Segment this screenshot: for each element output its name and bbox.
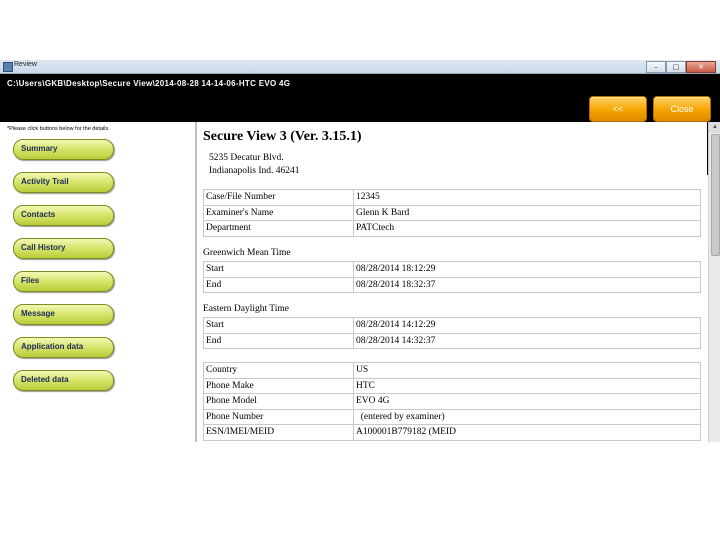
files-button-label: Files (21, 276, 40, 285)
table-row: Phone Number (entered by examiner) (203, 408, 701, 425)
edt-table: Start 08/28/2014 14:12:29 End 08/28/2014 1… (203, 317, 701, 349)
close-button[interactable]: Close (653, 96, 711, 122)
gmt-table: Start 08/28/2014 18:12:29 End 08/28/2014 1… (203, 261, 701, 293)
table-key: ESN/IMEI/MEID (203, 424, 354, 441)
table-row: Department PATCtech (203, 220, 701, 237)
back-button[interactable]: << (589, 96, 647, 122)
table-value: (entered by examiner) (353, 408, 701, 425)
sidebar: *Please click buttons below for the deta… (0, 122, 195, 442)
table-value: Glenn K Bard (353, 204, 701, 221)
deleted-data-button[interactable]: Deleted data (13, 370, 114, 391)
report-path: C:\Users\GKB\Desktop\Secure View\2014-08… (7, 79, 291, 88)
table-row: ESN/IMEI/MEID A100001B779182 (MEID (203, 424, 701, 441)
window-controls: – □ ✕ (646, 61, 716, 73)
table-value: 08/28/2014 14:12:29 (353, 317, 701, 334)
table-value: HTC (353, 377, 701, 394)
table-value: PATCtech (353, 220, 701, 237)
table-row: Phone Model EVO 4G (203, 393, 701, 410)
phone-info-table: Country US Phone Make HTC Phone Model EVO 4… (203, 362, 701, 441)
files-button[interactable]: Files (13, 271, 114, 292)
table-row: Phone Make HTC (203, 377, 701, 394)
scroll-up-icon[interactable]: ▲ (709, 122, 720, 133)
table-row: Case/File Number 12345 (203, 189, 701, 206)
contacts-button-label: Contacts (21, 210, 56, 219)
table-key: Start (203, 317, 354, 334)
table-value: 08/28/2014 18:12:29 (353, 261, 701, 278)
table-key: End (203, 276, 354, 293)
summary-button[interactable]: Summary (13, 139, 114, 160)
summary-button-label: Summary (21, 144, 58, 153)
table-key: Start (203, 261, 354, 278)
table-row: Start 08/28/2014 14:12:29 (203, 317, 701, 334)
message-button[interactable]: Message (13, 304, 114, 325)
report-title: Secure View 3 (Ver. 3.15.1) (203, 129, 362, 144)
app-icon (3, 62, 13, 72)
application-data-button[interactable]: Application data (13, 337, 114, 358)
scroll-thumb[interactable] (711, 134, 720, 256)
sidebar-hint: *Please click buttons below for the deta… (7, 126, 110, 132)
table-value: 08/28/2014 14:32:37 (353, 332, 701, 349)
vertical-scrollbar[interactable]: ▲ (708, 122, 720, 442)
address-line-2: Indianapolis Ind. 46241 (209, 166, 300, 176)
table-key: End (203, 332, 354, 349)
edt-label: Eastern Daylight Time (203, 304, 290, 314)
deleted-data-button-label: Deleted data (21, 375, 69, 384)
table-row: Country US (203, 362, 701, 379)
window-title: Review (14, 61, 37, 68)
application-data-button-label: Application data (21, 342, 84, 351)
table-key: Department (203, 220, 354, 237)
activity-trail-button-label: Activity Trail (21, 177, 69, 186)
table-value: US (353, 362, 701, 379)
window-close-button[interactable]: ✕ (686, 61, 716, 73)
case-info-table: Case/File Number 12345 Examiner's Name Gle… (203, 189, 701, 237)
minimize-button[interactable]: – (646, 61, 666, 73)
table-value: EVO 4G (353, 393, 701, 410)
maximize-button[interactable]: □ (666, 61, 686, 73)
table-value: A100001B779182 (MEID (353, 424, 701, 441)
table-key: Phone Number (203, 408, 354, 425)
activity-trail-button[interactable]: Activity Trail (13, 172, 114, 193)
table-key: Phone Make (203, 377, 354, 394)
contacts-button[interactable]: Contacts (13, 205, 114, 226)
table-row: End 08/28/2014 14:32:37 (203, 332, 701, 349)
table-row: Start 08/28/2014 18:12:29 (203, 261, 701, 278)
call-history-button[interactable]: Call History (13, 238, 114, 259)
table-key: Phone Model (203, 393, 354, 410)
window-titlebar[interactable]: Review – □ ✕ (0, 60, 720, 74)
table-value: 12345 (353, 189, 701, 206)
table-key: Examiner's Name (203, 204, 354, 221)
table-row: Examiner's Name Glenn K Bard (203, 204, 701, 221)
review-window: Review – □ ✕ C:\Users\GKB\Desktop\Secure… (0, 60, 720, 442)
table-value: 08/28/2014 18:32:37 (353, 276, 701, 293)
table-key: Country (203, 362, 354, 379)
address-line-1: 5235 Decatur Blvd. (209, 153, 284, 163)
report-pane: Secure View 3 (Ver. 3.15.1) 5235 Decatur… (197, 122, 707, 442)
call-history-button-label: Call History (21, 243, 66, 252)
table-row: End 08/28/2014 18:32:37 (203, 276, 701, 293)
table-key: Case/File Number (203, 189, 354, 206)
message-button-label: Message (21, 309, 55, 318)
gmt-label: Greenwich Mean Time (203, 248, 291, 258)
